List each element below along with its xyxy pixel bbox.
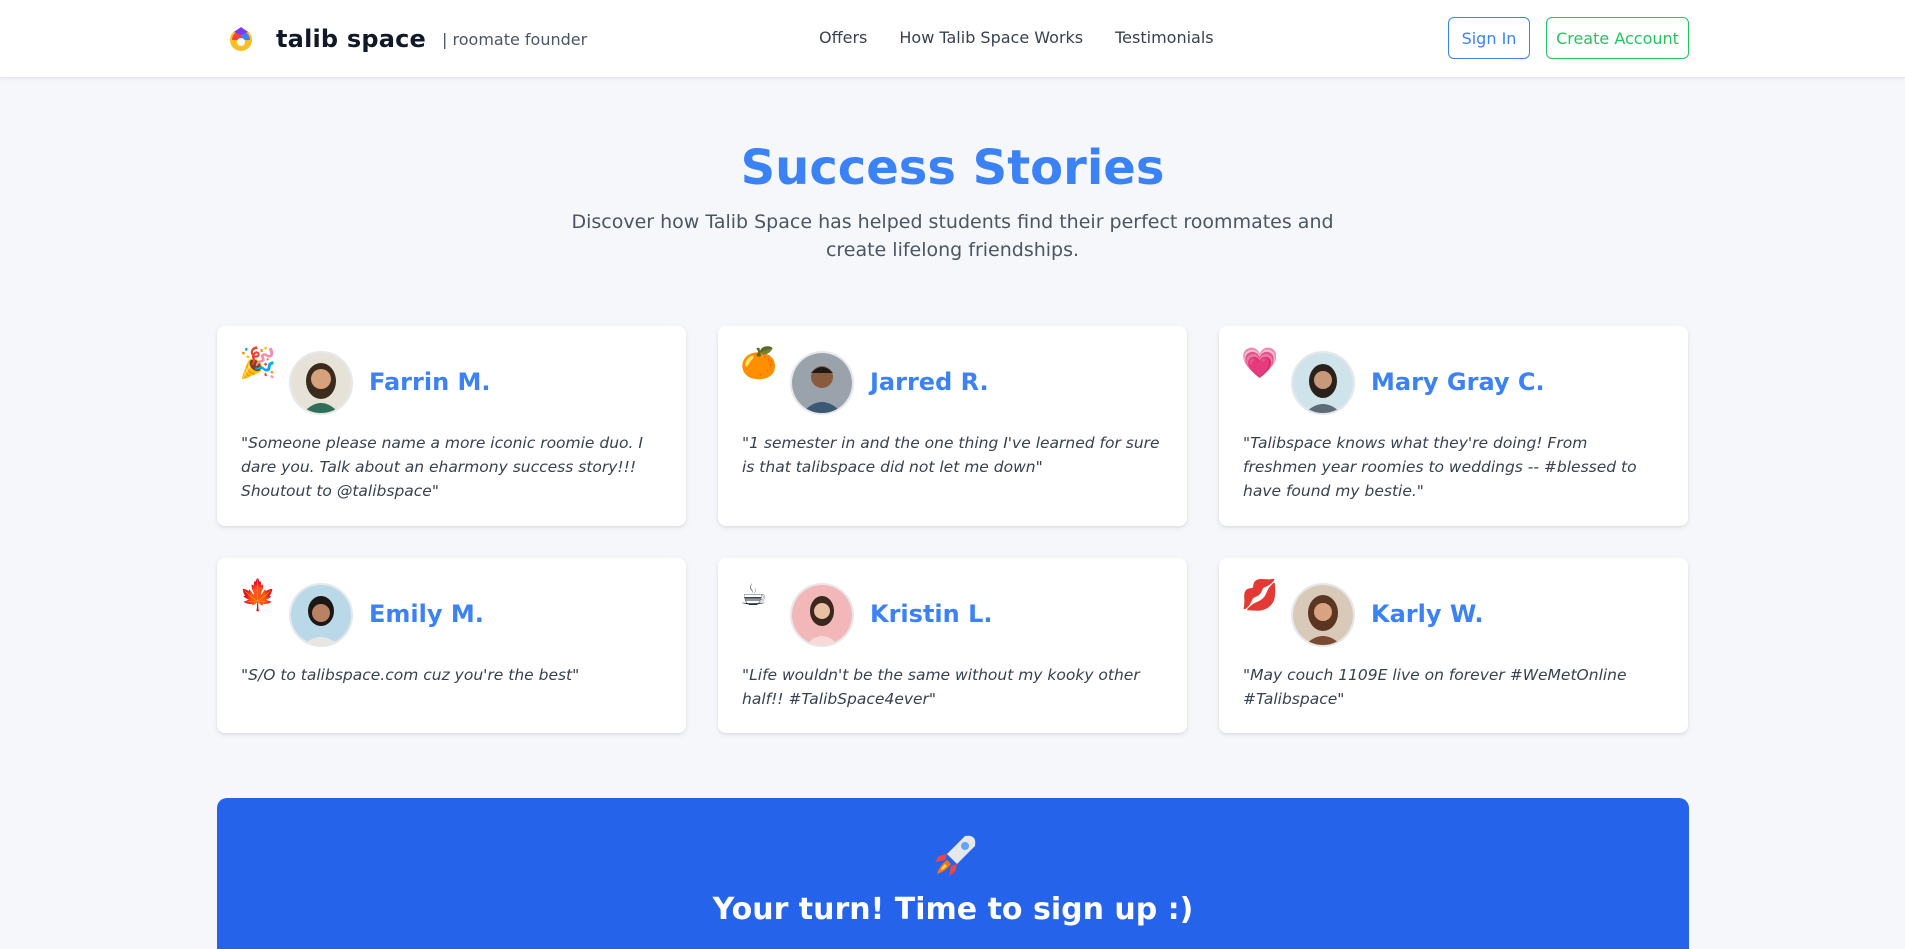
testimonial-quote: "1 semester in and the one thing I've le… (742, 434, 1160, 476)
avatar (790, 583, 854, 647)
coffee-icon: ☕ (740, 578, 767, 613)
signup-cta-banner: Your turn! Time to sign up :) (217, 798, 1689, 949)
testimonial-quote: "Life wouldn't be the same without my ko… (742, 666, 1140, 708)
testimonial-card: 🍁 Emily M. "S/O to talibspace.com cuz yo… (217, 558, 686, 733)
logo-icon (226, 24, 256, 54)
testimonial-name: Emily M. (369, 600, 484, 628)
testimonial-card: 💗 Mary Gray C. "Talibspace knows what th… (1219, 326, 1688, 526)
testimonial-card: 🎉 Farrin M. "Someone please name a more … (217, 326, 686, 526)
testimonial-quote: "May couch 1109E live on forever #WeMetO… (1243, 666, 1627, 708)
kiss-lips-icon: 💋 (1241, 578, 1279, 613)
nav-link-testimonials[interactable]: Testimonials (1115, 28, 1214, 47)
testimonial-name: Karly W. (1371, 600, 1484, 628)
create-account-button[interactable]: Create Account (1546, 17, 1689, 59)
page-subtitle: Discover how Talib Space has helped stud… (571, 211, 1334, 261)
testimonial-name: Mary Gray C. (1371, 368, 1545, 396)
testimonial-card: 🍊 Jarred R. "1 semester in and the one t… (718, 326, 1187, 526)
testimonial-card: 💋 Karly W. "May couch 1109E live on fore… (1219, 558, 1688, 733)
top-navbar: talib space | roomate founder Offers How… (0, 0, 1905, 78)
brand[interactable]: talib space | roomate founder (226, 20, 587, 58)
cta-title: Your turn! Time to sign up :) (712, 892, 1194, 927)
testimonial-name: Jarred R. (870, 368, 989, 396)
testimonial-name: Farrin M. (369, 368, 491, 396)
heart-icon: 💗 (1241, 346, 1279, 381)
maple-leaf-icon: 🍁 (239, 578, 277, 613)
testimonial-card: ☕ Kristin L. "Life wouldn't be the same … (718, 558, 1187, 733)
main-nav: Offers How Talib Space Works Testimonial… (819, 28, 1214, 47)
sign-in-button[interactable]: Sign In (1448, 17, 1530, 59)
nav-link-how-it-works[interactable]: How Talib Space Works (899, 28, 1083, 47)
avatar (790, 351, 854, 415)
avatar (289, 583, 353, 647)
avatar (1291, 351, 1355, 415)
testimonial-quote: "Someone please name a more iconic roomi… (241, 434, 643, 500)
testimonial-quote: "S/O to talibspace.com cuz you're the be… (241, 666, 580, 684)
avatar (1291, 583, 1355, 647)
brand-name: talib space (276, 25, 427, 53)
page-title: Success Stories (740, 140, 1165, 196)
party-popper-icon: 🎉 (239, 346, 277, 381)
orange-icon: 🍊 (740, 346, 778, 381)
testimonial-quote: "Talibspace knows what they're doing! Fr… (1243, 434, 1637, 500)
rocket-icon (929, 830, 981, 882)
avatar (289, 351, 353, 415)
testimonial-name: Kristin L. (870, 600, 993, 628)
nav-link-offers[interactable]: Offers (819, 28, 867, 47)
brand-tagline: | roomate founder (442, 29, 588, 49)
